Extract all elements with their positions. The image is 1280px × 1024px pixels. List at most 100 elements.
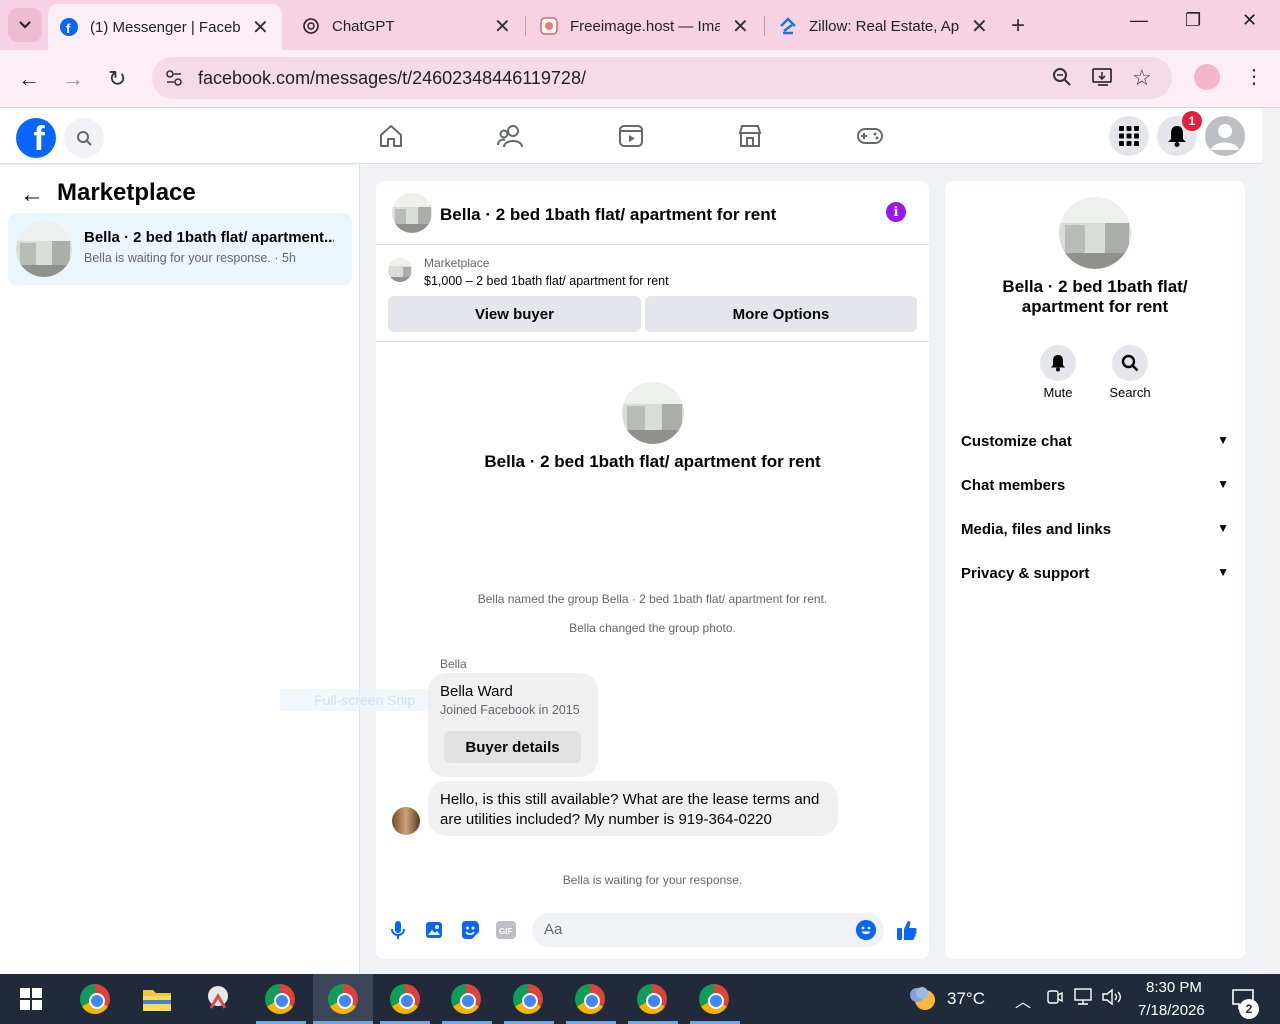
close-tab-icon[interactable]: ✕	[252, 15, 269, 40]
section-label: Chat members	[961, 477, 1066, 494]
sender-avatar[interactable]	[392, 807, 420, 835]
chat-avatar[interactable]	[392, 193, 432, 233]
file-explorer-icon[interactable]	[140, 982, 174, 1016]
back-button[interactable]: ←	[18, 66, 40, 92]
sticker-icon[interactable]	[458, 918, 482, 942]
menu-grid-button[interactable]	[1109, 116, 1149, 156]
tab-chatgpt[interactable]: ChatGPT ✕	[290, 6, 524, 46]
chrome-profile-icon[interactable]	[697, 982, 731, 1016]
chrome-profile-icon[interactable]	[449, 982, 483, 1016]
clock-date[interactable]: 7/18/2026	[1138, 1002, 1205, 1019]
waiting-status: Bella is waiting for your response.	[562, 873, 743, 887]
marketplace-icon[interactable]	[736, 123, 764, 149]
svg-text:GIF: GIF	[499, 927, 512, 936]
close-tab-icon[interactable]: ✕	[732, 14, 749, 39]
emoji-icon[interactable]	[856, 920, 876, 940]
bookmark-star-icon[interactable]: ☆	[1132, 65, 1152, 91]
weather-temperature: 37°C	[947, 989, 985, 1008]
chevron-down-icon: ▼	[1217, 521, 1229, 535]
view-buyer-button[interactable]: View buyer	[388, 296, 641, 332]
microphone-icon[interactable]	[386, 918, 410, 942]
close-tab-icon[interactable]: ✕	[494, 14, 511, 39]
volume-icon[interactable]	[1102, 988, 1124, 1010]
tab-title: Zillow: Real Estate, Apartments	[809, 17, 959, 35]
chrome-profile-icon[interactable]	[573, 982, 607, 1016]
chat-title[interactable]: Bella · 2 bed 1bath flat/ apartment for …	[440, 205, 776, 225]
profile-avatar[interactable]	[1194, 64, 1220, 90]
weather-icon[interactable]	[904, 982, 938, 1016]
show-hidden-icons-chevron[interactable]: ︿	[1015, 988, 1031, 1012]
conversation-item[interactable]: Bella · 2 bed 1bath flat/ apartment... B…	[8, 213, 352, 285]
panel-title: Marketplace	[57, 179, 196, 206]
gaming-icon[interactable]	[856, 123, 884, 149]
site-info-icon[interactable]	[164, 68, 184, 88]
chat-header: Bella · 2 bed 1bath flat/ apartment for …	[376, 181, 929, 245]
like-icon[interactable]	[895, 918, 919, 942]
media-files-links-section[interactable]: Media, files and links ▼	[961, 515, 1229, 547]
minimize-button[interactable]: —	[1130, 10, 1148, 31]
forward-button[interactable]: →	[62, 66, 84, 92]
snipping-tool-icon[interactable]	[201, 982, 235, 1016]
page-scrollbar[interactable]	[1262, 108, 1280, 974]
info-icon[interactable]: i	[886, 202, 906, 222]
tab-search-button[interactable]	[8, 8, 42, 42]
camera-icon[interactable]	[1047, 988, 1063, 1010]
back-arrow-icon[interactable]: ←	[20, 181, 44, 209]
chrome-active-window-icon[interactable]	[313, 974, 373, 1024]
friends-icon[interactable]	[497, 123, 525, 149]
group-title: Bella · 2 bed 1bath flat/ apartment for …	[1002, 277, 1188, 316]
section-label: Privacy & support	[961, 565, 1090, 582]
customize-chat-section[interactable]: Customize chat ▼	[961, 427, 1229, 459]
address-bar[interactable]: facebook.com/messages/t/2460234844611972…	[152, 57, 1172, 99]
mute-button[interactable]: Mute	[1028, 345, 1088, 400]
bell-icon	[1051, 355, 1065, 372]
tab-zillow[interactable]: Zillow: Real Estate, Apartments ✕	[767, 6, 1001, 46]
browser-menu-icon[interactable]: ⋮	[1244, 64, 1264, 89]
buyer-details-button[interactable]: Buyer details	[444, 731, 581, 763]
sender-name: Bella	[440, 657, 467, 671]
group-title: Bella · 2 bed 1bath flat/ apartment for …	[484, 452, 821, 471]
chrome-profile-icon[interactable]	[511, 982, 545, 1016]
chrome-profile-icon[interactable]	[388, 982, 422, 1016]
search-conversation-button[interactable]: Search	[1100, 345, 1160, 400]
gif-icon[interactable]: GIF	[494, 918, 518, 942]
message-bubble: Hello, is this still available? What are…	[428, 781, 838, 836]
listing-price-title[interactable]: $1,000 – 2 bed 1bath flat/ apartment for…	[424, 274, 669, 288]
tab-separator	[525, 16, 526, 36]
zillow-icon	[779, 17, 797, 35]
close-window-button[interactable]: ✕	[1242, 10, 1257, 31]
new-tab-button[interactable]: +	[1011, 12, 1025, 40]
url-text: facebook.com/messages/t/2460234844611972…	[198, 68, 586, 88]
home-icon[interactable]	[377, 123, 405, 149]
facebook-search-button[interactable]	[64, 118, 104, 158]
clock-time[interactable]: 8:30 PM	[1146, 979, 1202, 996]
more-options-button[interactable]: More Options	[645, 296, 917, 332]
facebook-logo-letter: f	[33, 120, 45, 158]
windows-start-icon[interactable]	[20, 988, 42, 1010]
search-icon	[1121, 354, 1139, 372]
restore-button[interactable]: ❐	[1185, 10, 1201, 31]
chrome-profile-icon[interactable]	[263, 982, 297, 1016]
photo-icon[interactable]	[422, 918, 446, 942]
listing-thumbnail[interactable]	[388, 258, 412, 282]
tab-messenger[interactable]: f (1) Messenger | Facebook ✕	[48, 4, 282, 50]
marketplace-listing-box: Marketplace $1,000 – 2 bed 1bath flat/ a…	[376, 246, 929, 342]
reload-button[interactable]: ↻	[108, 66, 126, 92]
privacy-support-section[interactable]: Privacy & support ▼	[961, 559, 1229, 591]
chrome-taskbar-icon[interactable]	[78, 982, 112, 1016]
account-avatar[interactable]	[1205, 116, 1245, 156]
message-input-placeholder: Aa	[544, 921, 563, 938]
video-icon[interactable]	[617, 123, 645, 149]
facebook-logo-icon[interactable]: f	[16, 118, 56, 158]
tab-title: (1) Messenger | Facebook	[90, 18, 240, 36]
message-input[interactable]: Aa	[532, 913, 884, 947]
conversation-list-panel: ← Marketplace Bella · 2 bed 1bath flat/ …	[0, 165, 360, 974]
chat-members-section[interactable]: Chat members ▼	[961, 471, 1229, 503]
tab-freeimage[interactable]: Freeimage.host — Image Hosting ✕	[528, 6, 762, 46]
install-app-icon[interactable]	[1092, 67, 1114, 93]
chrome-profile-icon[interactable]	[635, 982, 669, 1016]
browser-tab-bar: f (1) Messenger | Facebook ✕ ChatGPT ✕ F…	[0, 0, 1280, 50]
zoom-icon[interactable]	[1052, 67, 1072, 93]
network-icon[interactable]	[1074, 988, 1096, 1010]
close-tab-icon[interactable]: ✕	[971, 14, 988, 39]
